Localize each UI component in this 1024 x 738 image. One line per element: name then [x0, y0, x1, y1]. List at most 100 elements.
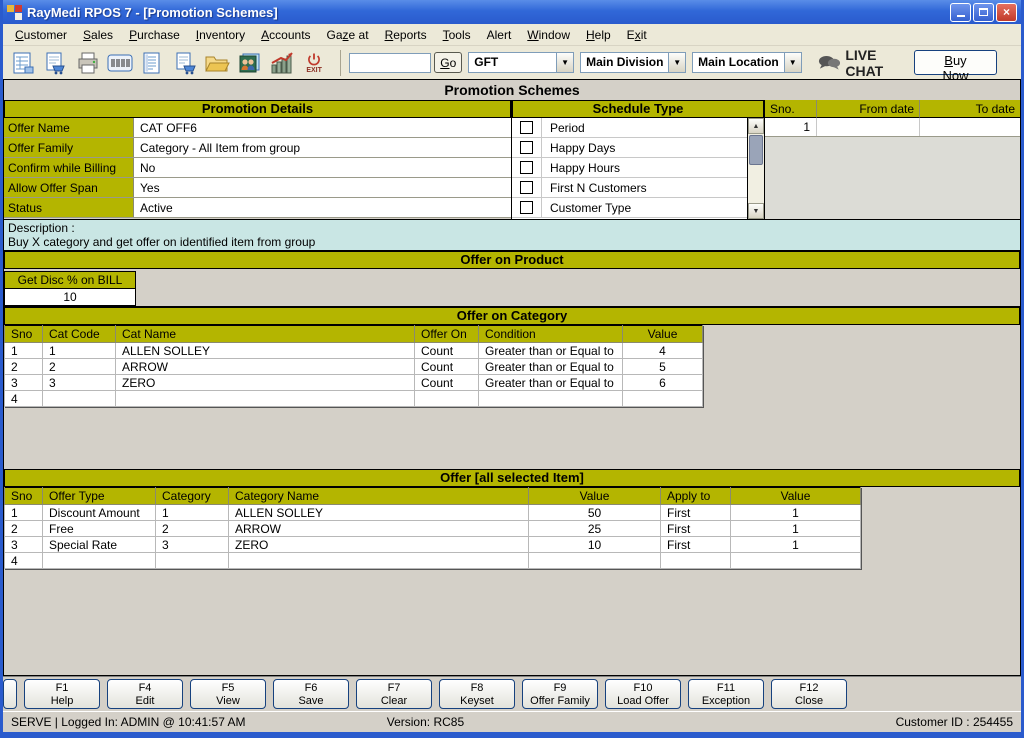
cell[interactable]: Count — [414, 358, 479, 375]
cell[interactable]: Free — [42, 520, 156, 537]
cell[interactable]: 1 — [730, 504, 861, 521]
cell[interactable] — [42, 552, 156, 569]
cell[interactable] — [528, 552, 661, 569]
confirm-billing-value[interactable]: No — [134, 158, 511, 177]
billing-icon[interactable] — [9, 49, 37, 77]
menu-tools[interactable]: Tools — [435, 26, 479, 44]
menu-alert[interactable]: Alert — [479, 26, 520, 44]
cell[interactable] — [42, 390, 116, 407]
f7-clear-button[interactable]: F7 Clear — [356, 679, 432, 709]
barcode-icon[interactable] — [106, 49, 134, 77]
allow-offer-span-value[interactable]: Yes — [134, 178, 511, 197]
cell[interactable] — [414, 390, 479, 407]
cell[interactable]: 10 — [528, 536, 661, 553]
cell[interactable]: 1 — [4, 504, 43, 521]
cell[interactable]: 2 — [4, 520, 43, 537]
cell[interactable]: Greater than or Equal to — [478, 358, 623, 375]
menu-sales[interactable]: Sales — [75, 26, 121, 44]
live-chat-link[interactable]: LIVE CHAT — [818, 47, 914, 79]
f4-edit-button[interactable]: F4 Edit — [107, 679, 183, 709]
scroll-up-icon[interactable]: ▲ — [748, 118, 764, 134]
cell[interactable] — [730, 552, 861, 569]
minimize-button[interactable] — [950, 2, 971, 22]
quick-search-input[interactable] — [349, 52, 432, 73]
cell-to-date[interactable] — [920, 118, 1020, 136]
cell[interactable]: 4 — [622, 342, 703, 359]
menu-gaze-at[interactable]: Gaze at — [319, 26, 377, 44]
go-button[interactable]: Go — [434, 52, 463, 73]
sales-cart-icon[interactable] — [41, 49, 69, 77]
chart-icon[interactable] — [268, 49, 296, 77]
f10-load-offer-button[interactable]: F10 Load Offer — [605, 679, 681, 709]
cell[interactable]: 1 — [730, 520, 861, 537]
cell[interactable] — [228, 552, 529, 569]
cell[interactable]: Discount Amount — [42, 504, 156, 521]
f11-exception-button[interactable]: F11 Exception — [688, 679, 764, 709]
cell[interactable]: First — [660, 504, 731, 521]
menu-customer[interactable]: Customer — [7, 26, 75, 44]
cell[interactable]: 4 — [4, 552, 43, 569]
customer-type-checkbox[interactable] — [520, 201, 533, 214]
scrollbar-thumb[interactable] — [749, 135, 763, 165]
offer-name-value[interactable]: CAT OFF6 — [134, 118, 511, 137]
f8-keyset-button[interactable]: F8 Keyset — [439, 679, 515, 709]
cell[interactable]: 3 — [4, 536, 43, 553]
close-button[interactable]: × — [996, 2, 1017, 22]
f12-close-button[interactable]: F12 Close — [771, 679, 847, 709]
division-select[interactable]: Main Division ▼ — [580, 52, 687, 73]
menu-exit[interactable]: Exit — [619, 26, 655, 44]
cell[interactable]: 2 — [42, 358, 116, 375]
cell[interactable]: ALLEN SOLLEY — [115, 342, 415, 359]
cell[interactable]: Special Rate — [42, 536, 156, 553]
buy-now-button[interactable]: Buy Now — [913, 50, 998, 83]
purchase-cart-icon[interactable] — [171, 49, 199, 77]
cell[interactable]: 2 — [155, 520, 229, 537]
scroll-down-icon[interactable]: ▼ — [748, 203, 764, 219]
period-checkbox[interactable] — [520, 121, 533, 134]
first-n-customers-checkbox[interactable] — [520, 181, 533, 194]
cell[interactable]: ALLEN SOLLEY — [228, 504, 529, 521]
cell[interactable]: Greater than or Equal to — [478, 342, 623, 359]
scheme-select[interactable]: GFT ▼ — [468, 52, 575, 73]
menu-accounts[interactable]: Accounts — [253, 26, 318, 44]
cell[interactable]: First — [660, 536, 731, 553]
cell[interactable]: 6 — [622, 374, 703, 391]
menu-reports[interactable]: Reports — [377, 26, 435, 44]
open-folder-icon[interactable] — [203, 49, 231, 77]
f6-save-button[interactable]: F6 Save — [273, 679, 349, 709]
happy-days-checkbox[interactable] — [520, 141, 533, 154]
cell[interactable]: 1 — [730, 536, 861, 553]
cell-sno[interactable]: 1 — [765, 118, 817, 136]
cell[interactable]: Count — [414, 342, 479, 359]
cell[interactable]: First — [660, 520, 731, 537]
menu-window[interactable]: Window — [519, 26, 578, 44]
cell[interactable]: ARROW — [115, 358, 415, 375]
menu-purchase[interactable]: Purchase — [121, 26, 188, 44]
status-value[interactable]: Active — [134, 198, 511, 217]
customers-icon[interactable] — [235, 49, 263, 77]
cell[interactable] — [478, 390, 623, 407]
f5-view-button[interactable]: F5 View — [190, 679, 266, 709]
cell[interactable] — [622, 390, 703, 407]
menu-help[interactable]: Help — [578, 26, 619, 44]
restore-button[interactable] — [973, 2, 994, 22]
cell[interactable]: 3 — [155, 536, 229, 553]
print-icon[interactable] — [74, 49, 102, 77]
cell[interactable]: Count — [414, 374, 479, 391]
menu-inventory[interactable]: Inventory — [188, 26, 253, 44]
cell[interactable]: 25 — [528, 520, 661, 537]
offer-family-value[interactable]: Category - All Item from group — [134, 138, 511, 157]
cell[interactable]: 3 — [4, 374, 43, 391]
cell[interactable]: 2 — [4, 358, 43, 375]
cell[interactable]: ZERO — [115, 374, 415, 391]
report-icon[interactable] — [138, 49, 166, 77]
exit-icon[interactable]: EXIT — [300, 49, 328, 77]
f9-offer-family-button[interactable]: F9 Offer Family — [522, 679, 598, 709]
cell[interactable]: 1 — [155, 504, 229, 521]
cell[interactable]: 1 — [42, 342, 116, 359]
cell[interactable] — [115, 390, 415, 407]
cell[interactable]: 5 — [622, 358, 703, 375]
disc-on-bill-value[interactable]: 10 — [5, 289, 135, 305]
cell-from-date[interactable] — [817, 118, 920, 136]
cell[interactable]: ZERO — [228, 536, 529, 553]
